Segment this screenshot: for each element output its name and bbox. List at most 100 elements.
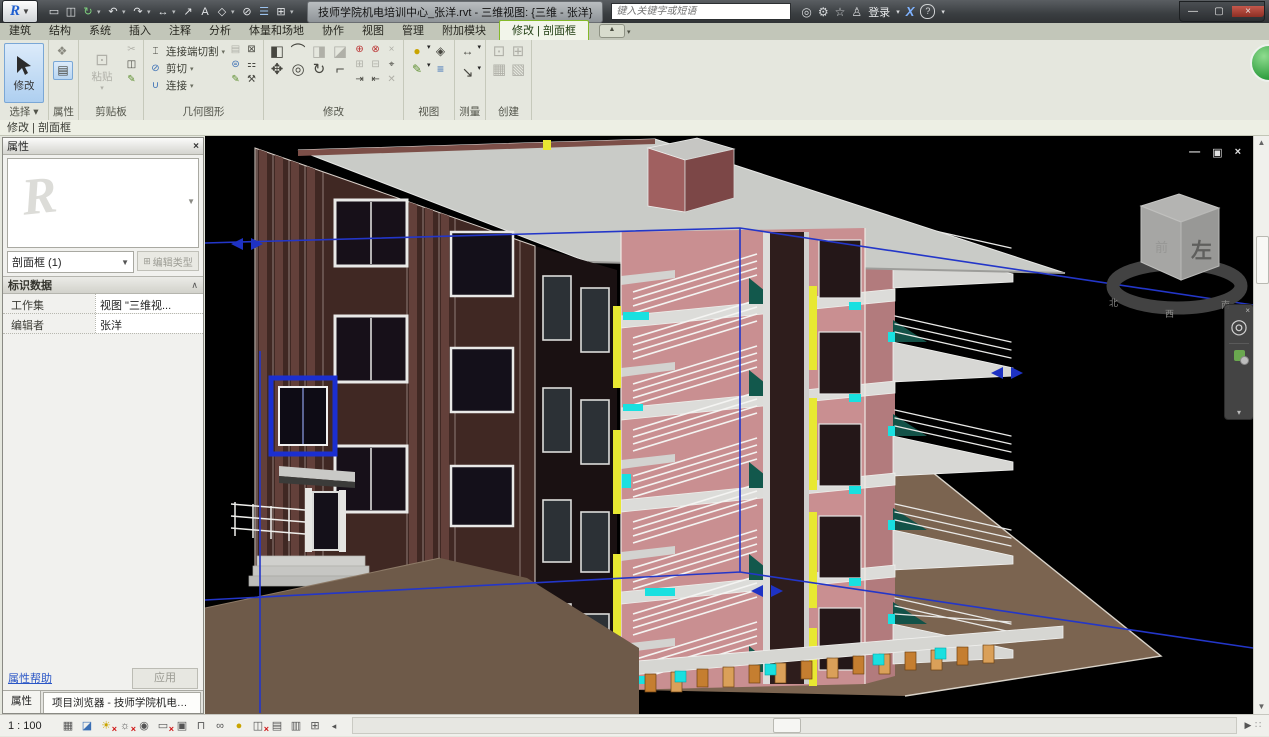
delete-icon[interactable]: ✕ xyxy=(384,73,399,87)
visual-style-icon[interactable]: ◪ xyxy=(79,718,95,734)
unjoin-icon[interactable]: ⊜ xyxy=(228,58,243,72)
panel-label-measure[interactable]: 测量 xyxy=(455,106,486,120)
tab-annotate[interactable]: 注释 xyxy=(160,21,200,40)
close-icon[interactable]: × xyxy=(1245,306,1250,315)
ribbon-collapse-button[interactable]: ▲ xyxy=(599,24,625,38)
offset-icon[interactable]: ⌒ xyxy=(289,43,307,60)
collapse-chevron-icon[interactable]: ∧ xyxy=(191,280,198,291)
zoom-tool-icon[interactable] xyxy=(1234,350,1245,361)
split-element-icon[interactable]: ⊕ xyxy=(352,43,367,57)
aligned-dimension-icon[interactable]: ↔ xyxy=(459,43,477,60)
tab-addins[interactable]: 附加模块 xyxy=(433,21,495,40)
properties-help-link[interactable]: 属性帮助 xyxy=(8,670,52,686)
tab-project-browser[interactable]: 项目浏览器 - 技师学院机电培训... xyxy=(43,692,201,713)
create-group-icon[interactable]: ⊡ xyxy=(490,43,508,60)
cut-icon[interactable]: ✂ xyxy=(124,43,139,57)
open-icon[interactable]: ▭ xyxy=(46,5,62,18)
viewcube-side-label[interactable]: 前 xyxy=(1155,240,1168,255)
join-end-cut-button[interactable]: ⌶ 连接端切割▾ xyxy=(148,43,225,60)
thin-lines-icon[interactable]: ☰ xyxy=(256,5,272,18)
horizontal-scrollbar[interactable] xyxy=(352,717,1237,734)
help-icon[interactable]: ? xyxy=(920,4,935,19)
detail-line-icon[interactable]: ↗ xyxy=(180,5,196,18)
array-icon[interactable]: ⊞ xyxy=(352,58,367,72)
tab-properties[interactable]: 属性 xyxy=(3,691,41,713)
save-icon[interactable]: ◫ xyxy=(63,5,79,18)
tab-massing-site[interactable]: 体量和场地 xyxy=(240,21,313,40)
tab-systems[interactable]: 系统 xyxy=(80,21,120,40)
temporary-hide-isolate-icon[interactable]: ∞ xyxy=(212,718,228,734)
panel-label-create[interactable]: 创建 xyxy=(486,106,531,120)
tab-analyze[interactable]: 分析 xyxy=(200,21,240,40)
pin-icon[interactable]: ⌖ xyxy=(384,58,399,72)
scroll-up-icon[interactable]: ▲ xyxy=(1254,136,1269,150)
viewcube-face-label[interactable]: 左 xyxy=(1191,239,1212,263)
panel-label-clipboard[interactable]: 剪贴板 xyxy=(79,106,143,120)
minimize-button[interactable]: — xyxy=(1180,6,1206,17)
horizontal-scroll-thumb[interactable] xyxy=(773,718,801,733)
trim-extend-corner-icon[interactable]: ⌐ xyxy=(331,61,349,78)
split-with-gap-icon[interactable]: ⊗ xyxy=(368,43,383,57)
navigation-bar[interactable]: × ◎ ▾ xyxy=(1224,304,1253,420)
chevron-down-icon[interactable]: ▾ xyxy=(1237,408,1241,417)
resize-grip[interactable]: ∷ xyxy=(1255,720,1269,731)
dimension-icon[interactable]: ↔ xyxy=(155,6,171,18)
view-close-button[interactable]: × xyxy=(1235,146,1241,159)
collapse-left-icon[interactable]: ◂ xyxy=(326,718,342,734)
create-parts-icon[interactable]: ▧ xyxy=(509,61,527,78)
chevron-down-icon[interactable]: ▾ xyxy=(896,8,900,16)
close-button[interactable]: × xyxy=(1232,6,1264,17)
tab-structure[interactable]: 结构 xyxy=(40,21,80,40)
tab-modify-section-box[interactable]: 修改 | 剖面框 xyxy=(499,20,589,40)
create-similar-icon[interactable]: ⊞ xyxy=(509,43,527,60)
exchange-apps-icon[interactable]: X xyxy=(906,4,915,19)
panel-label-geometry[interactable]: 几何图形 xyxy=(144,106,263,120)
search-input[interactable] xyxy=(611,3,791,20)
panel-label-view[interactable]: 视图 xyxy=(404,106,454,120)
chevron-down-icon[interactable]: ▾ xyxy=(97,8,104,16)
panel-label-properties[interactable]: 属性 xyxy=(49,106,78,120)
tab-insert[interactable]: 插入 xyxy=(120,21,160,40)
chevron-down-icon[interactable]: ▾ xyxy=(122,8,129,16)
tab-view[interactable]: 视图 xyxy=(353,21,393,40)
paint-icon[interactable]: ✎ xyxy=(228,73,243,87)
cut-geometry-button[interactable]: ⊘ 剪切▾ xyxy=(148,60,225,77)
panel-label-modify[interactable]: 修改 xyxy=(264,106,403,120)
match-type-icon[interactable]: ✎ xyxy=(124,73,139,87)
reveal-hidden-elements-icon[interactable]: ● xyxy=(231,718,247,734)
move-icon[interactable]: ✥ xyxy=(268,61,286,78)
chevron-down-icon[interactable]: ▾ xyxy=(290,8,297,16)
mirror-pick-axis-icon[interactable]: ◨ xyxy=(310,43,328,60)
view-scale[interactable]: 1 : 100 xyxy=(0,720,60,732)
panel-label-select[interactable]: 选择 ▾ xyxy=(0,106,48,120)
chevron-down-icon[interactable]: ▾ xyxy=(941,8,945,16)
vertical-scrollbar[interactable]: ▲ ▼ xyxy=(1253,136,1269,714)
demolish-icon[interactable]: ⊠ xyxy=(244,43,259,57)
app-menu-button[interactable]: R▼ xyxy=(2,0,38,23)
sun-path-off-icon[interactable]: ☀ xyxy=(98,718,114,734)
subscription-icon[interactable]: ⚙ xyxy=(818,5,829,19)
displace-elements-icon[interactable]: ⊞ xyxy=(307,718,323,734)
user-icon[interactable]: ♙ xyxy=(851,5,862,19)
properties-palette-icon[interactable]: ▤ xyxy=(53,61,73,80)
create-assembly-icon[interactable]: ▦ xyxy=(490,61,508,78)
undo-icon[interactable]: ↶ xyxy=(105,5,121,18)
mirror-draw-axis-icon[interactable]: ◪ xyxy=(331,43,349,60)
join-geometry-button[interactable]: ∪ 连接▾ xyxy=(148,77,225,94)
render-icon[interactable]: ◈ xyxy=(432,43,450,60)
type-selector-dropdown[interactable]: 剖面框 (1) ▼ xyxy=(7,251,134,273)
default-3d-view-icon[interactable]: ◇ xyxy=(214,5,230,18)
wall-joins-icon[interactable]: ▤ xyxy=(228,43,243,57)
view-lock-icon[interactable]: ⊓ xyxy=(193,718,209,734)
tab-architecture[interactable]: 建筑 xyxy=(0,21,40,40)
rotate-icon[interactable]: ↻ xyxy=(310,61,328,78)
align-icon[interactable]: ◧ xyxy=(268,43,286,60)
section-icon[interactable]: ⊘ xyxy=(239,5,255,18)
trim-extend-multiple-icon[interactable]: ⇤ xyxy=(368,73,383,87)
chevron-down-icon[interactable]: ▾ xyxy=(172,8,179,16)
worksharing-display-off-icon[interactable]: ◫ xyxy=(250,718,266,734)
linework-icon[interactable]: ✎ xyxy=(408,61,426,78)
apply-button[interactable]: 应用 xyxy=(132,668,198,689)
temporary-view-properties-icon[interactable]: ▤ xyxy=(269,718,285,734)
scale-icon[interactable]: ⊟ xyxy=(368,58,383,72)
